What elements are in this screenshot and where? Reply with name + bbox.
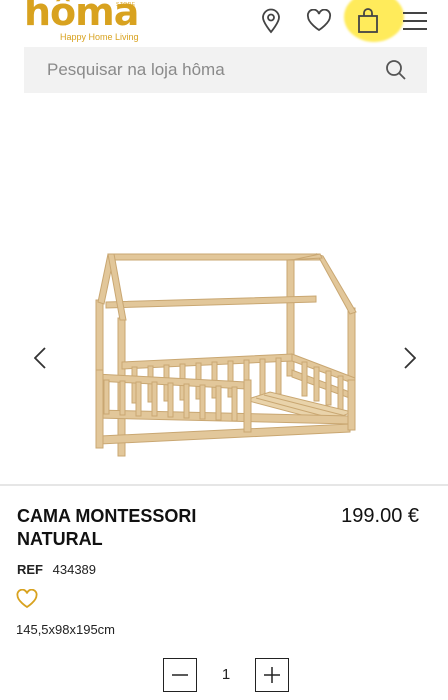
logo-tagline: Happy Home Living (60, 32, 139, 42)
menu-button[interactable] (400, 6, 430, 36)
shopping-bag-icon (358, 8, 378, 33)
decrease-quantity-button[interactable] (163, 658, 197, 692)
quantity-stepper: 1 (163, 658, 289, 692)
product-price: 199.00 € (341, 505, 419, 527)
header: hôma STORE Happy Home Living (0, 0, 448, 44)
logo-store-label: STORE (116, 2, 136, 8)
store-locator-button[interactable] (256, 6, 286, 36)
product-reference: REF 434389 (17, 562, 96, 577)
section-divider (0, 484, 448, 486)
carousel-prev-button[interactable] (30, 344, 50, 372)
increase-quantity-button[interactable] (255, 658, 289, 692)
search-bar[interactable]: Pesquisar na loja hôma (24, 47, 427, 93)
reference-value: 434389 (52, 562, 97, 577)
brand-logo[interactable]: hôma STORE Happy Home Living (24, 0, 144, 44)
wishlist-button[interactable] (304, 6, 334, 36)
search-input[interactable]: Pesquisar na loja hôma (47, 60, 225, 80)
chevron-right-icon (404, 347, 416, 369)
quantity-value[interactable]: 1 (197, 658, 255, 692)
search-icon[interactable] (385, 59, 407, 81)
carousel-next-button[interactable] (400, 344, 420, 372)
menu-icon (403, 12, 427, 30)
plus-icon (264, 667, 280, 683)
add-to-wishlist-icon[interactable] (16, 589, 38, 609)
product-title: CAMA MONTESSORI NATURAL (17, 506, 197, 549)
cart-button[interactable] (353, 6, 383, 36)
product-dimensions: 145,5x98x195cm (16, 622, 116, 637)
location-icon (262, 8, 280, 34)
minus-icon (172, 674, 188, 676)
heart-icon (307, 9, 331, 32)
product-image (95, 253, 357, 457)
reference-label: REF (17, 562, 43, 577)
chevron-left-icon (34, 347, 46, 369)
